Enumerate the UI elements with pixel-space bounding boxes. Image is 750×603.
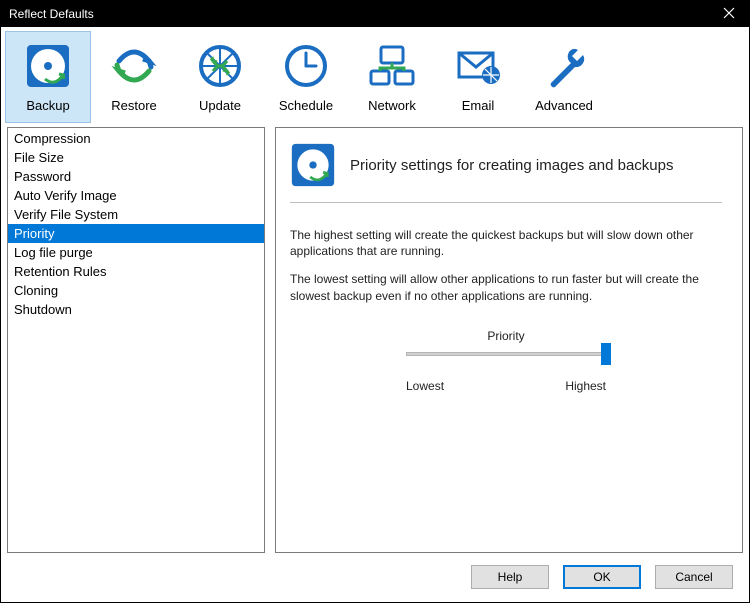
- panel-header: Priority settings for creating images an…: [290, 142, 722, 188]
- slider-end-labels: Lowest Highest: [406, 378, 606, 394]
- slider-high-label: Highest: [565, 378, 606, 394]
- close-button[interactable]: [709, 1, 749, 27]
- ok-button[interactable]: OK: [563, 565, 641, 589]
- toolbar: Backup Restore Update: [1, 27, 749, 123]
- toolbar-item-update[interactable]: Update: [177, 31, 263, 123]
- slider-thumb[interactable]: [601, 343, 611, 365]
- main-area: Compression File Size Password Auto Veri…: [1, 123, 749, 559]
- restore-icon: [108, 40, 160, 92]
- toolbar-item-label: Advanced: [535, 98, 593, 113]
- toolbar-item-schedule[interactable]: Schedule: [263, 31, 349, 123]
- toolbar-item-advanced[interactable]: Advanced: [521, 31, 607, 123]
- close-icon: [723, 6, 735, 22]
- toolbar-item-label: Schedule: [279, 98, 333, 113]
- toolbar-item-restore[interactable]: Restore: [91, 31, 177, 123]
- sidebar-item-file-size[interactable]: File Size: [8, 148, 264, 167]
- network-icon: [366, 40, 418, 92]
- backup-icon: [290, 142, 336, 188]
- priority-slider[interactable]: [406, 352, 606, 356]
- sidebar-item-compression[interactable]: Compression: [8, 129, 264, 148]
- sidebar-item-retention-rules[interactable]: Retention Rules: [8, 262, 264, 281]
- slider-low-label: Lowest: [406, 378, 444, 394]
- sidebar-item-priority[interactable]: Priority: [8, 224, 264, 243]
- toolbar-item-backup[interactable]: Backup: [5, 31, 91, 123]
- sidebar-item-log-file-purge[interactable]: Log file purge: [8, 243, 264, 262]
- window-title: Reflect Defaults: [9, 7, 94, 21]
- panel-body: The highest setting will create the quic…: [290, 227, 722, 394]
- sidebar-item-auto-verify-image[interactable]: Auto Verify Image: [8, 186, 264, 205]
- advanced-icon: [538, 40, 590, 92]
- panel-paragraph-1: The highest setting will create the quic…: [290, 227, 722, 259]
- cancel-button[interactable]: Cancel: [655, 565, 733, 589]
- toolbar-item-network[interactable]: Network: [349, 31, 435, 123]
- sidebar-item-cloning[interactable]: Cloning: [8, 281, 264, 300]
- help-button[interactable]: Help: [471, 565, 549, 589]
- titlebar: Reflect Defaults: [1, 1, 749, 27]
- sidebar-item-shutdown[interactable]: Shutdown: [8, 300, 264, 319]
- toolbar-item-label: Restore: [111, 98, 157, 113]
- toolbar-item-label: Email: [462, 98, 495, 113]
- toolbar-item-label: Network: [368, 98, 416, 113]
- toolbar-item-label: Update: [199, 98, 241, 113]
- priority-slider-zone: Priority Lowest Highest: [290, 328, 722, 394]
- backup-icon: [22, 40, 74, 92]
- slider-track: [406, 352, 606, 356]
- update-icon: [194, 40, 246, 92]
- sidebar-item-verify-file-system[interactable]: Verify File System: [8, 205, 264, 224]
- schedule-icon: [280, 40, 332, 92]
- panel-paragraph-2: The lowest setting will allow other appl…: [290, 271, 722, 303]
- settings-panel: Priority settings for creating images an…: [275, 127, 743, 553]
- separator: [290, 202, 722, 203]
- slider-label: Priority: [290, 328, 722, 344]
- dialog-footer: Help OK Cancel: [1, 559, 749, 599]
- toolbar-item-label: Backup: [26, 98, 69, 113]
- sidebar-item-password[interactable]: Password: [8, 167, 264, 186]
- toolbar-item-email[interactable]: Email: [435, 31, 521, 123]
- email-icon: [452, 40, 504, 92]
- panel-title: Priority settings for creating images an…: [350, 157, 674, 174]
- settings-list: Compression File Size Password Auto Veri…: [7, 127, 265, 553]
